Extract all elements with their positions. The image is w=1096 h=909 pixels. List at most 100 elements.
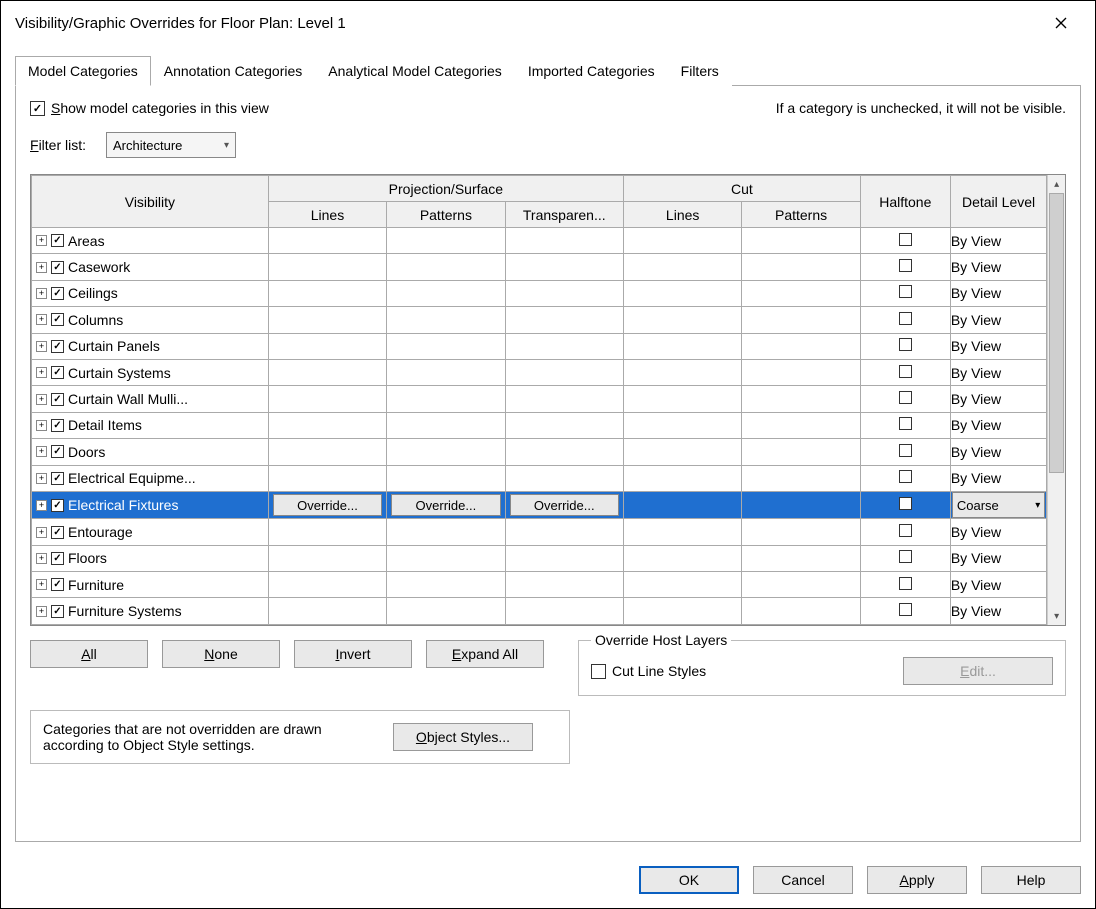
table-row[interactable]: +Curtain SystemsBy View: [32, 359, 1047, 385]
visibility-checkbox[interactable]: [51, 313, 64, 326]
cut-line-styles-checkbox[interactable]: Cut Line Styles: [591, 663, 706, 679]
visibility-checkbox[interactable]: [51, 366, 64, 379]
hdr-cut[interactable]: Cut: [623, 176, 860, 202]
visibility-checkbox[interactable]: [51, 340, 64, 353]
table-row[interactable]: +FurnitureBy View: [32, 572, 1047, 598]
detail-level-combo[interactable]: Coarse▾: [952, 492, 1045, 518]
tab-filters[interactable]: Filters: [668, 56, 732, 86]
expand-icon[interactable]: +: [36, 579, 47, 590]
tab-annotation-categories[interactable]: Annotation Categories: [151, 56, 316, 86]
expand-all-button[interactable]: Expand All: [426, 640, 544, 668]
table-row[interactable]: +FloorsBy View: [32, 545, 1047, 571]
category-table[interactable]: Visibility Projection/Surface Cut Halfto…: [31, 175, 1047, 625]
select-none-button[interactable]: None: [162, 640, 280, 668]
hdr-cut-lines[interactable]: Lines: [623, 202, 741, 228]
override-button[interactable]: Override...: [273, 494, 382, 516]
table-row[interactable]: +CaseworkBy View: [32, 254, 1047, 280]
table-row[interactable]: +DoorsBy View: [32, 439, 1047, 465]
expand-icon[interactable]: +: [36, 446, 47, 457]
halftone-checkbox[interactable]: [899, 603, 912, 616]
visibility-checkbox[interactable]: [51, 419, 64, 432]
halftone-checkbox[interactable]: [899, 577, 912, 590]
expand-icon[interactable]: +: [36, 500, 47, 511]
expand-icon[interactable]: +: [36, 473, 47, 484]
halftone-checkbox[interactable]: [899, 497, 912, 510]
expand-icon[interactable]: +: [36, 420, 47, 431]
tab-analytical-model-categories[interactable]: Analytical Model Categories: [315, 56, 515, 86]
select-all-button[interactable]: All: [30, 640, 148, 668]
expand-icon[interactable]: +: [36, 341, 47, 352]
checkbox-icon: [30, 101, 45, 116]
cancel-button[interactable]: Cancel: [753, 866, 853, 894]
expand-icon[interactable]: +: [36, 262, 47, 273]
scroll-up-arrow-icon[interactable]: ▴: [1048, 175, 1065, 193]
halftone-checkbox[interactable]: [899, 391, 912, 404]
visibility-checkbox[interactable]: [51, 393, 64, 406]
visibility-checkbox[interactable]: [51, 234, 64, 247]
visibility-checkbox[interactable]: [51, 445, 64, 458]
expand-icon[interactable]: +: [36, 394, 47, 405]
apply-button[interactable]: Apply: [867, 866, 967, 894]
expand-icon[interactable]: +: [36, 367, 47, 378]
halftone-checkbox[interactable]: [899, 470, 912, 483]
ok-button[interactable]: OK: [639, 866, 739, 894]
vertical-scrollbar[interactable]: ▴ ▾: [1047, 175, 1065, 625]
object-styles-button[interactable]: Object Styles...: [393, 723, 533, 751]
visibility-checkbox[interactable]: [51, 472, 64, 485]
expand-icon[interactable]: +: [36, 527, 47, 538]
category-name: Entourage: [68, 524, 133, 540]
visibility-checkbox[interactable]: [51, 526, 64, 539]
hdr-halftone[interactable]: Halftone: [860, 176, 950, 228]
show-categories-checkbox[interactable]: Show model categories in this view: [30, 100, 269, 116]
expand-icon[interactable]: +: [36, 235, 47, 246]
invert-button[interactable]: Invert: [294, 640, 412, 668]
table-row[interactable]: +CeilingsBy View: [32, 280, 1047, 306]
filter-list-combo[interactable]: Architecture ▾: [106, 132, 236, 158]
filter-row: Filter list: Architecture ▾: [30, 132, 1066, 158]
tab-imported-categories[interactable]: Imported Categories: [515, 56, 668, 86]
visibility-checkbox[interactable]: [51, 552, 64, 565]
scroll-down-arrow-icon[interactable]: ▾: [1048, 607, 1065, 625]
halftone-checkbox[interactable]: [899, 338, 912, 351]
table-row[interactable]: +EntourageBy View: [32, 519, 1047, 545]
table-row[interactable]: +Electrical FixturesOverride...Override.…: [32, 491, 1047, 518]
hdr-visibility[interactable]: Visibility: [32, 176, 269, 228]
hdr-proj-transp[interactable]: Transparen...: [505, 202, 623, 228]
hdr-projection[interactable]: Projection/Surface: [268, 176, 623, 202]
halftone-checkbox[interactable]: [899, 524, 912, 537]
halftone-checkbox[interactable]: [899, 259, 912, 272]
table-row[interactable]: +Furniture SystemsBy View: [32, 598, 1047, 625]
tab-model-categories[interactable]: Model Categories: [15, 56, 151, 86]
table-row[interactable]: +ColumnsBy View: [32, 307, 1047, 333]
visibility-checkbox[interactable]: [51, 261, 64, 274]
halftone-checkbox[interactable]: [899, 285, 912, 298]
hdr-cut-patterns[interactable]: Patterns: [742, 202, 860, 228]
hdr-proj-patterns[interactable]: Patterns: [387, 202, 505, 228]
visibility-checkbox[interactable]: [51, 287, 64, 300]
expand-icon[interactable]: +: [36, 314, 47, 325]
override-button[interactable]: Override...: [510, 494, 619, 516]
halftone-checkbox[interactable]: [899, 550, 912, 563]
table-row[interactable]: +Curtain PanelsBy View: [32, 333, 1047, 359]
table-row[interactable]: +AreasBy View: [32, 228, 1047, 254]
scroll-thumb[interactable]: [1049, 193, 1064, 473]
close-button[interactable]: [1041, 8, 1081, 38]
expand-icon[interactable]: +: [36, 288, 47, 299]
table-row[interactable]: +Detail ItemsBy View: [32, 412, 1047, 438]
expand-icon[interactable]: +: [36, 553, 47, 564]
halftone-checkbox[interactable]: [899, 233, 912, 246]
expand-icon[interactable]: +: [36, 606, 47, 617]
visibility-checkbox[interactable]: [51, 605, 64, 618]
table-row[interactable]: +Electrical Equipme...By View: [32, 465, 1047, 491]
help-button[interactable]: Help: [981, 866, 1081, 894]
table-row[interactable]: +Curtain Wall Mulli...By View: [32, 386, 1047, 412]
override-button[interactable]: Override...: [391, 494, 500, 516]
halftone-checkbox[interactable]: [899, 417, 912, 430]
hdr-detail[interactable]: Detail Level: [950, 176, 1046, 228]
halftone-checkbox[interactable]: [899, 444, 912, 457]
hdr-proj-lines[interactable]: Lines: [268, 202, 386, 228]
halftone-checkbox[interactable]: [899, 312, 912, 325]
halftone-checkbox[interactable]: [899, 365, 912, 378]
visibility-checkbox[interactable]: [51, 578, 64, 591]
visibility-checkbox[interactable]: [51, 499, 64, 512]
